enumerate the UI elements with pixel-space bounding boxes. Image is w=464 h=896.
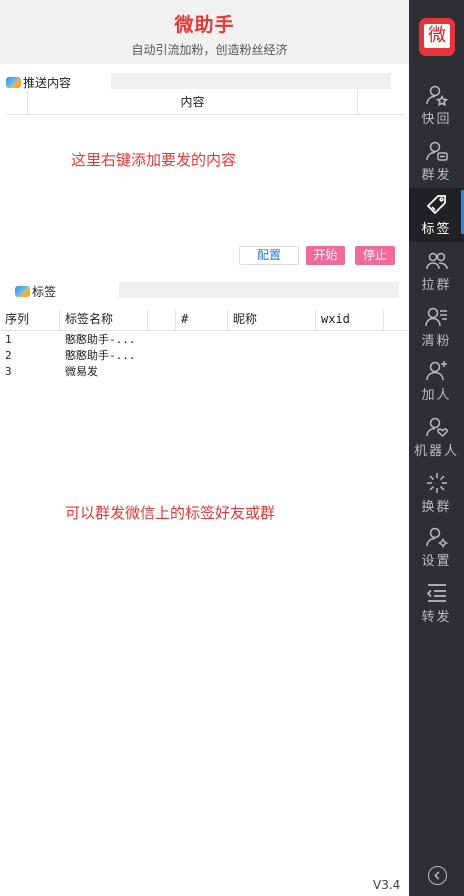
column-header-nickname[interactable]: 昵称 <box>228 309 316 331</box>
tags-hint-text: 可以群发微信上的标签好友或群 <box>65 504 276 522</box>
sidebar-item-forward[interactable]: 转发 <box>409 576 464 630</box>
chevron-left-icon <box>434 871 440 880</box>
table-row[interactable]: 2 憨憨助手-... <box>0 348 409 364</box>
tags-table-header: 序列 标签名称 # 昵称 wxid <box>0 309 409 331</box>
sidebar-item-settings[interactable]: 设置 <box>409 520 464 574</box>
sidebar-item-label: 快回 <box>421 112 452 127</box>
push-hint-text: 这里右键添加要发的内容 <box>71 151 237 169</box>
table-row[interactable]: 3 微易发 <box>0 364 409 380</box>
row-index: 1 <box>5 333 12 346</box>
column-header-content[interactable]: 内容 <box>28 90 358 115</box>
sidebar-item-label: 转发 <box>421 610 452 625</box>
collapse-button[interactable] <box>428 866 447 885</box>
sidebar-item-label: 拉群 <box>421 278 452 293</box>
logo-glyph: 微 <box>428 25 446 46</box>
group-icon <box>426 252 448 270</box>
user-gear-icon <box>426 527 448 548</box>
column-header-gap <box>148 309 176 331</box>
sidebar-item-label: 设置 <box>421 554 452 569</box>
row-tag-name: 憨憨助手-... <box>65 333 136 346</box>
row-index: 3 <box>5 365 12 378</box>
main-panel: 微助手 自动引流加粉，创造粉丝经济 推送内容 内容 这里右键添加要发的内容 配置… <box>0 0 409 896</box>
sidebar-item-robot[interactable]: 机器人 <box>409 410 464 464</box>
forward-list-icon <box>426 584 446 602</box>
section-badge-icon <box>15 286 30 297</box>
user-list-icon <box>425 307 447 327</box>
tag-icon <box>426 195 446 215</box>
sidebar-item-label: 机器人 <box>413 444 459 459</box>
user-plus-icon <box>426 361 447 381</box>
app-header: 微助手 自动引流加粉，创造粉丝经济 <box>0 0 409 64</box>
sidebar-item-mass-send[interactable]: 群发 <box>409 134 464 188</box>
table-row[interactable]: 1 憨憨助手-... <box>0 332 409 348</box>
user-star-icon <box>426 85 449 107</box>
sidebar-item-tags[interactable]: 标签 <box>409 188 464 242</box>
row-index: 2 <box>5 349 12 362</box>
user-heart-icon <box>426 417 448 438</box>
column-header-hash[interactable]: # <box>176 309 228 331</box>
stop-button[interactable]: 停止 <box>355 246 395 265</box>
app-subtitle: 自动引流加粉，创造粉丝经济 <box>131 43 288 57</box>
section-badge-icon <box>6 77 21 88</box>
sidebar-item-switch-group[interactable]: 换群 <box>409 466 464 520</box>
sidebar-item-label: 清粉 <box>421 334 452 349</box>
push-section-bar <box>111 73 391 89</box>
sidebar-item-pull-group[interactable]: 拉群 <box>409 244 464 298</box>
column-header-wxid[interactable]: wxid <box>316 309 384 331</box>
sidebar-item-label: 群发 <box>421 168 452 183</box>
row-header-cell <box>6 90 28 115</box>
column-header-tag-name[interactable]: 标签名称 <box>60 309 148 331</box>
row-tag-name: 微易发 <box>65 365 98 378</box>
app-logo: 微 <box>419 18 455 56</box>
sidebar-item-add-people[interactable]: 加人 <box>409 354 464 408</box>
tags-section-bar <box>119 282 399 298</box>
sidebar-item-label: 加人 <box>421 388 452 403</box>
version-label: V3.4 <box>373 878 401 892</box>
sidebar-item-label: 换群 <box>421 500 452 515</box>
push-table-header: 内容 <box>6 90 404 115</box>
tags-section-title: 标签 <box>32 285 57 299</box>
user-chat-icon <box>426 141 448 161</box>
push-section-title: 推送内容 <box>23 76 72 90</box>
start-button[interactable]: 开始 <box>306 246 345 265</box>
sidebar-item-label: 标签 <box>421 222 452 237</box>
column-header-spacer <box>358 90 404 115</box>
app-title: 微助手 <box>174 14 235 36</box>
column-header-end <box>384 309 409 331</box>
sidebar-item-clean-fans[interactable]: 清粉 <box>409 300 464 354</box>
sidebar-item-quick-reply[interactable]: 快回 <box>409 78 464 132</box>
tags-section-label: 标签 <box>15 283 56 300</box>
config-button[interactable]: 配置 <box>239 246 299 265</box>
push-section-label: 推送内容 <box>6 74 71 91</box>
column-header-index[interactable]: 序列 <box>0 309 60 331</box>
sidebar: 微 快回 群发 标签 拉群 清粉 加人 机器人 换群 设置 转发 <box>409 0 464 896</box>
tags-table-body: 1 憨憨助手-... 2 憨憨助手-... 3 微易发 <box>0 332 409 380</box>
sparkle-icon <box>427 473 447 493</box>
row-tag-name: 憨憨助手-... <box>65 349 136 362</box>
